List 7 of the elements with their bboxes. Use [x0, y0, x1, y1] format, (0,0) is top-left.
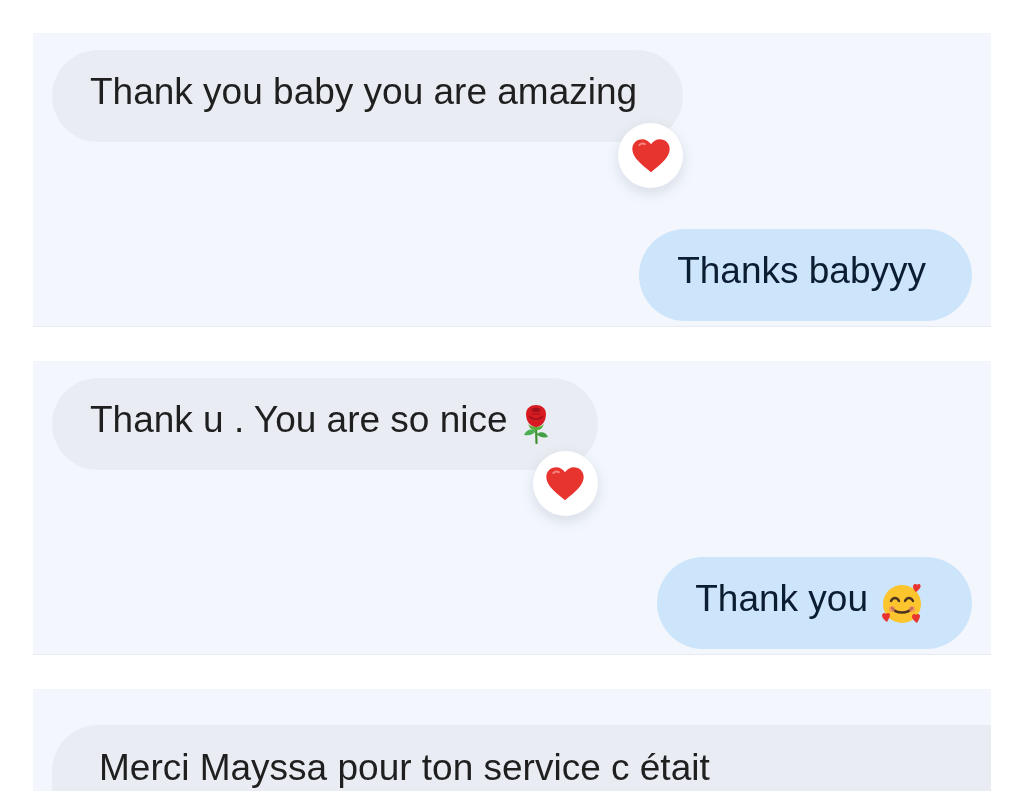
- message-text: Thank you: [695, 579, 868, 618]
- message-text: Merci Mayssa pour ton service c était: [99, 747, 710, 789]
- message-text: Thanks babyyy: [677, 251, 926, 290]
- heart-reaction-icon: [618, 123, 684, 188]
- message-text: Thank you baby you are amazing: [90, 72, 638, 111]
- heart-reaction-icon: [532, 451, 598, 516]
- message-text: Thank u . You are so nice: [90, 400, 508, 439]
